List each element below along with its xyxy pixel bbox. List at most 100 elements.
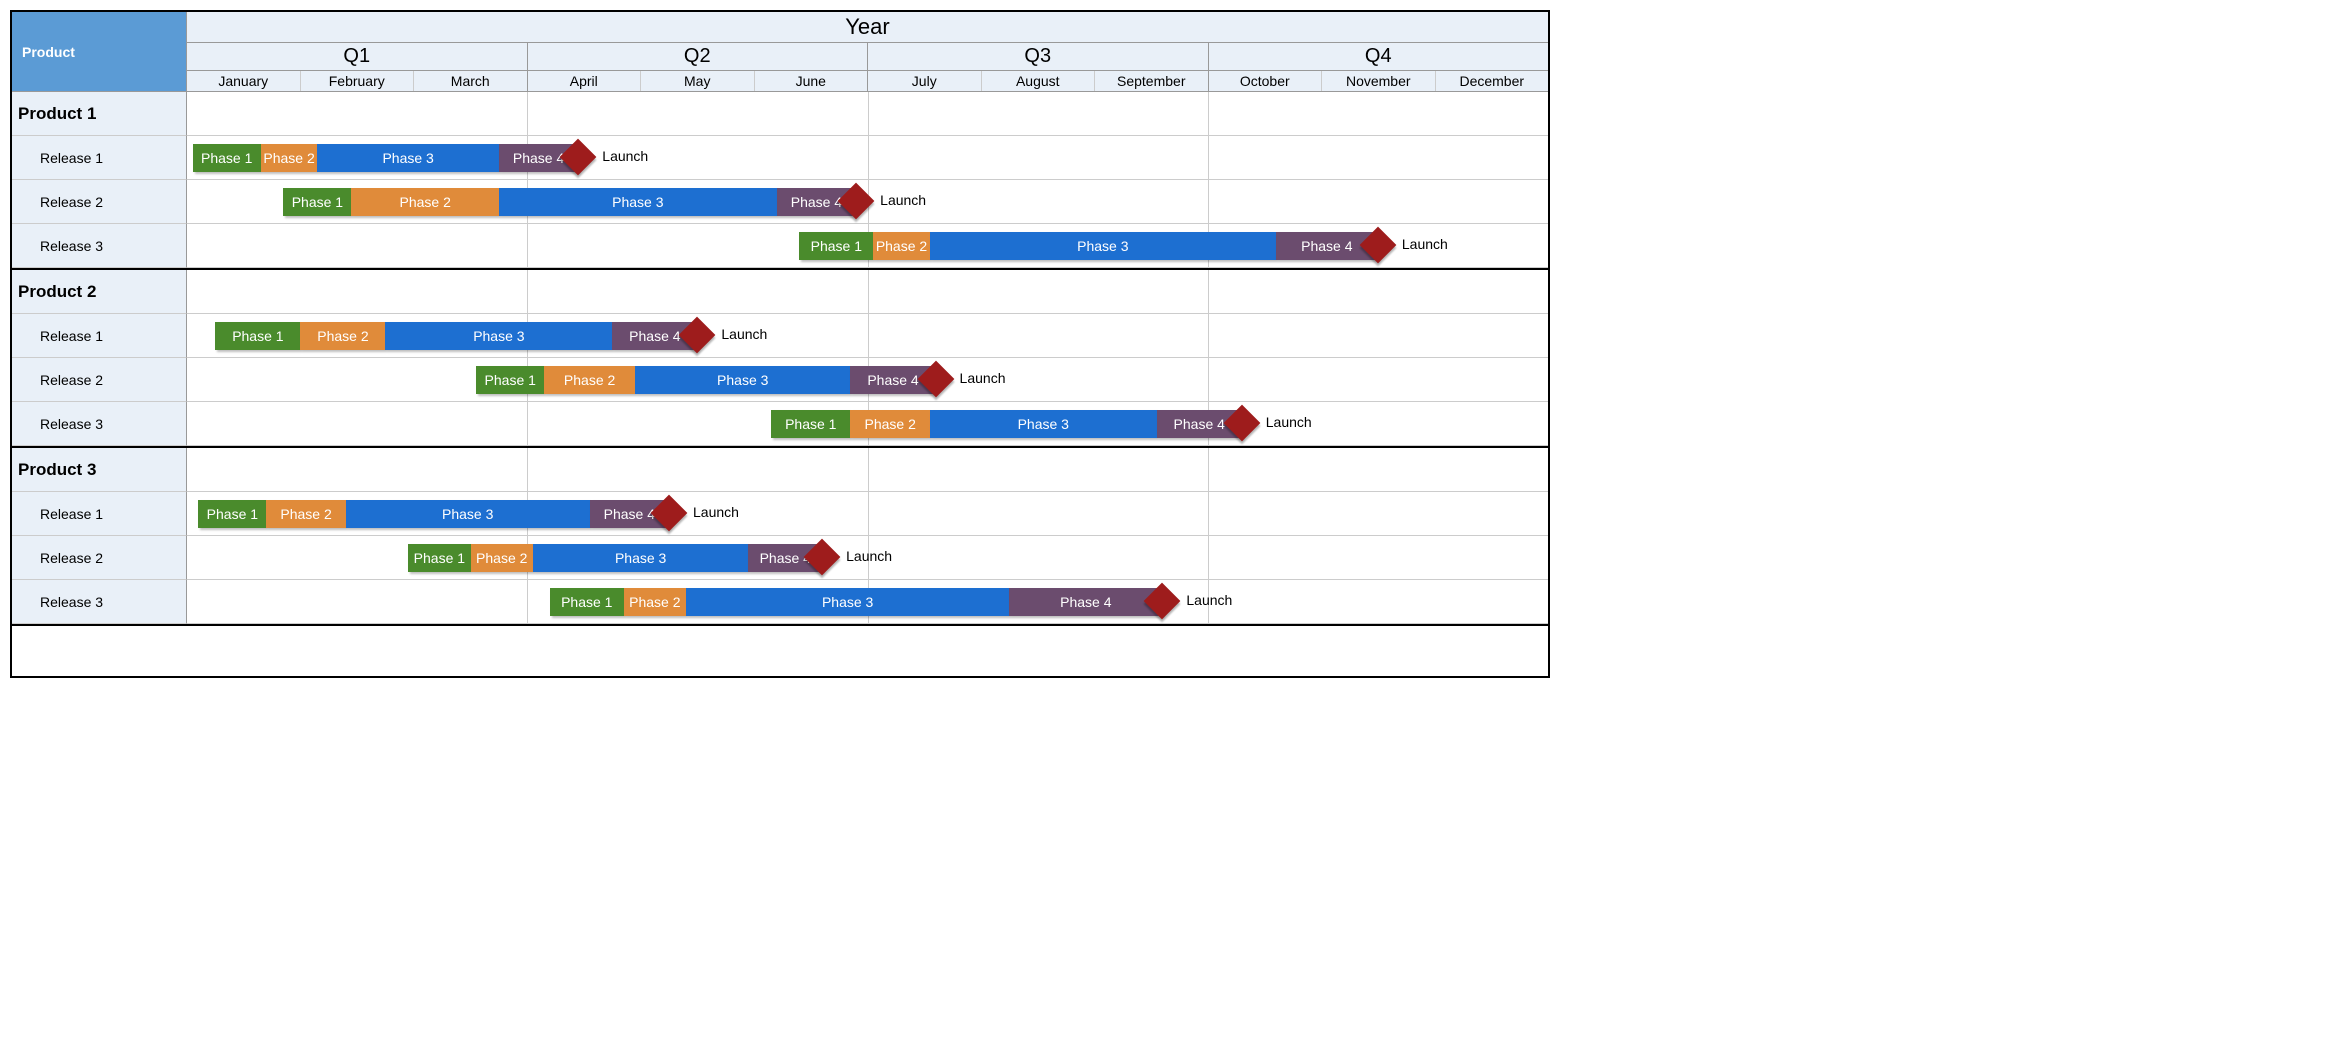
release-name-label: Release 3: [12, 402, 187, 446]
phase-bar: Phase 2: [300, 322, 385, 350]
quarter-gridline: [1208, 448, 1209, 491]
quarter-gridline: [527, 270, 528, 313]
launch-label: Launch: [693, 504, 739, 520]
timeline-cell: Phase 1Phase 2Phase 3Phase 4Launch: [187, 314, 1548, 358]
quarter-header: Q2: [528, 43, 869, 70]
timeline-cell: [187, 92, 1548, 136]
launch-label: Launch: [1186, 592, 1232, 608]
bars-container: Phase 1Phase 2Phase 3Phase 4Launch: [187, 543, 1548, 572]
product-roadmap-gantt: Product Year Q1Q2Q3Q4 JanuaryFebruaryMar…: [10, 10, 1550, 678]
release-name-label: Release 3: [12, 224, 187, 268]
footer-blank-row: [12, 626, 1548, 676]
quarter-gridline: [527, 448, 528, 491]
month-header: October: [1209, 71, 1323, 91]
product-header-row: Product 3: [12, 448, 1548, 492]
phase-bar: Phase 3: [385, 322, 612, 350]
year-title: Year: [187, 12, 1548, 43]
phase-bar: Phase 3: [317, 144, 498, 172]
month-header: May: [641, 71, 755, 91]
bars-container: Phase 1Phase 2Phase 3Phase 4Launch: [187, 321, 1548, 350]
header-row: Product Year Q1Q2Q3Q4 JanuaryFebruaryMar…: [12, 12, 1548, 92]
month-header: November: [1322, 71, 1436, 91]
release-name-label: Release 2: [12, 180, 187, 224]
bars-container: Phase 1Phase 2Phase 3Phase 4 Launch: [187, 587, 1548, 616]
product-header-row: Product 1: [12, 92, 1548, 136]
phase-bar: Phase 1: [476, 366, 544, 394]
phase-bar: Phase 2: [873, 232, 930, 260]
release-row: Release 1Phase 1Phase 2Phase 3Phase 4Lau…: [12, 492, 1548, 536]
launch-label: Launch: [721, 326, 767, 342]
month-header: June: [755, 71, 869, 91]
timeline-cell: [187, 448, 1548, 492]
product-group: Product 1Release 1Phase 1Phase 2Phase 3P…: [12, 92, 1548, 270]
release-row: Release 3Phase 1Phase 2Phase 3Phase 4Lau…: [12, 402, 1548, 446]
launch-label: Launch: [880, 192, 926, 208]
release-name-label: Release 1: [12, 492, 187, 536]
quarter-header: Q3: [868, 43, 1209, 70]
phase-bar: Phase 2: [471, 544, 533, 572]
timeline-cell: Phase 1Phase 2Phase 3Phase 4Launch: [187, 180, 1548, 224]
month-header: January: [187, 71, 301, 91]
phase-bar: Phase 4: [1009, 588, 1162, 616]
product-header-row: Product 2: [12, 270, 1548, 314]
launch-label: Launch: [602, 148, 648, 164]
month-header: December: [1436, 71, 1549, 91]
phase-bar: Phase 3: [930, 232, 1276, 260]
phase-bar: Phase 2: [544, 366, 635, 394]
month-header: September: [1095, 71, 1209, 91]
quarter-gridline: [868, 92, 869, 135]
bars-container: Phase 1Phase 2Phase 3Phase 4Launch: [187, 499, 1548, 528]
timeline-cell: Phase 1Phase 2Phase 3Phase 4Launch: [187, 402, 1548, 446]
product-group: Product 2Release 1Phase 1Phase 2Phase 3P…: [12, 270, 1548, 448]
phase-bar: Phase 2: [850, 410, 929, 438]
product-name-label: Product 2: [12, 270, 187, 314]
product-group: Product 3Release 1Phase 1Phase 2Phase 3P…: [12, 448, 1548, 626]
quarter-header: Q4: [1209, 43, 1549, 70]
timeline-cell: Phase 1Phase 2Phase 3Phase 4Launch: [187, 536, 1548, 580]
product-column-header: Product: [12, 12, 187, 91]
phase-bar: Phase 1: [550, 588, 624, 616]
phase-bar: Phase 1: [771, 410, 850, 438]
release-row: Release 2Phase 1Phase 2Phase 3Phase 4Lau…: [12, 536, 1548, 580]
phase-bar: Phase 1: [408, 544, 470, 572]
timeline-header: Year Q1Q2Q3Q4 JanuaryFebruaryMarchAprilM…: [187, 12, 1548, 91]
phase-bar: Phase 2: [351, 188, 498, 216]
quarter-gridline: [1208, 92, 1209, 135]
month-header: April: [528, 71, 642, 91]
timeline-cell: [187, 270, 1548, 314]
quarter-gridline: [1208, 270, 1209, 313]
release-row: Release 1Phase 1Phase 2Phase 3Phase 4Lau…: [12, 136, 1548, 180]
quarters-row: Q1Q2Q3Q4: [187, 43, 1548, 71]
phase-bar: Phase 3: [635, 366, 850, 394]
quarter-gridline: [868, 270, 869, 313]
phase-bar: Phase 2: [624, 588, 686, 616]
release-row: Release 2Phase 1Phase 2Phase 3Phase 4Lau…: [12, 358, 1548, 402]
product-name-label: Product 1: [12, 92, 187, 136]
phase-bar: Phase 3: [499, 188, 777, 216]
release-row: Release 1Phase 1Phase 2Phase 3Phase 4Lau…: [12, 314, 1548, 358]
bars-container: Phase 1Phase 2Phase 3Phase 4Launch: [187, 187, 1548, 216]
phase-bar: Phase 1: [799, 232, 873, 260]
quarter-gridline: [527, 92, 528, 135]
release-row: Release 3Phase 1Phase 2Phase 3Phase 4Lau…: [12, 224, 1548, 268]
timeline-cell: Phase 1Phase 2Phase 3Phase 4Launch: [187, 136, 1548, 180]
quarter-gridline: [868, 448, 869, 491]
timeline-cell: Phase 1Phase 2Phase 3Phase 4Launch: [187, 358, 1548, 402]
release-name-label: Release 1: [12, 314, 187, 358]
phase-bar: Phase 1: [215, 322, 300, 350]
phase-bar: Phase 1: [198, 500, 266, 528]
phase-bar: Phase 2: [261, 144, 318, 172]
month-header: July: [868, 71, 982, 91]
bars-container: Phase 1Phase 2Phase 3Phase 4Launch: [187, 231, 1548, 260]
release-row: Release 3 Phase 1Phase 2Phase 3Phase 4 Lau…: [12, 580, 1548, 624]
bars-container: Phase 1Phase 2Phase 3Phase 4Launch: [187, 365, 1548, 394]
timeline-cell: Phase 1Phase 2Phase 3Phase 4Launch: [187, 492, 1548, 536]
months-row: JanuaryFebruaryMarchAprilMayJuneJulyAugu…: [187, 71, 1548, 91]
phase-bar: Phase 3: [533, 544, 748, 572]
release-name-label: Release 2: [12, 358, 187, 402]
release-row: Release 2Phase 1Phase 2Phase 3Phase 4Lau…: [12, 180, 1548, 224]
phase-bar: Phase 3: [686, 588, 1009, 616]
release-name-label: Release 3: [12, 580, 187, 624]
month-header: March: [414, 71, 528, 91]
launch-label: Launch: [960, 370, 1006, 386]
